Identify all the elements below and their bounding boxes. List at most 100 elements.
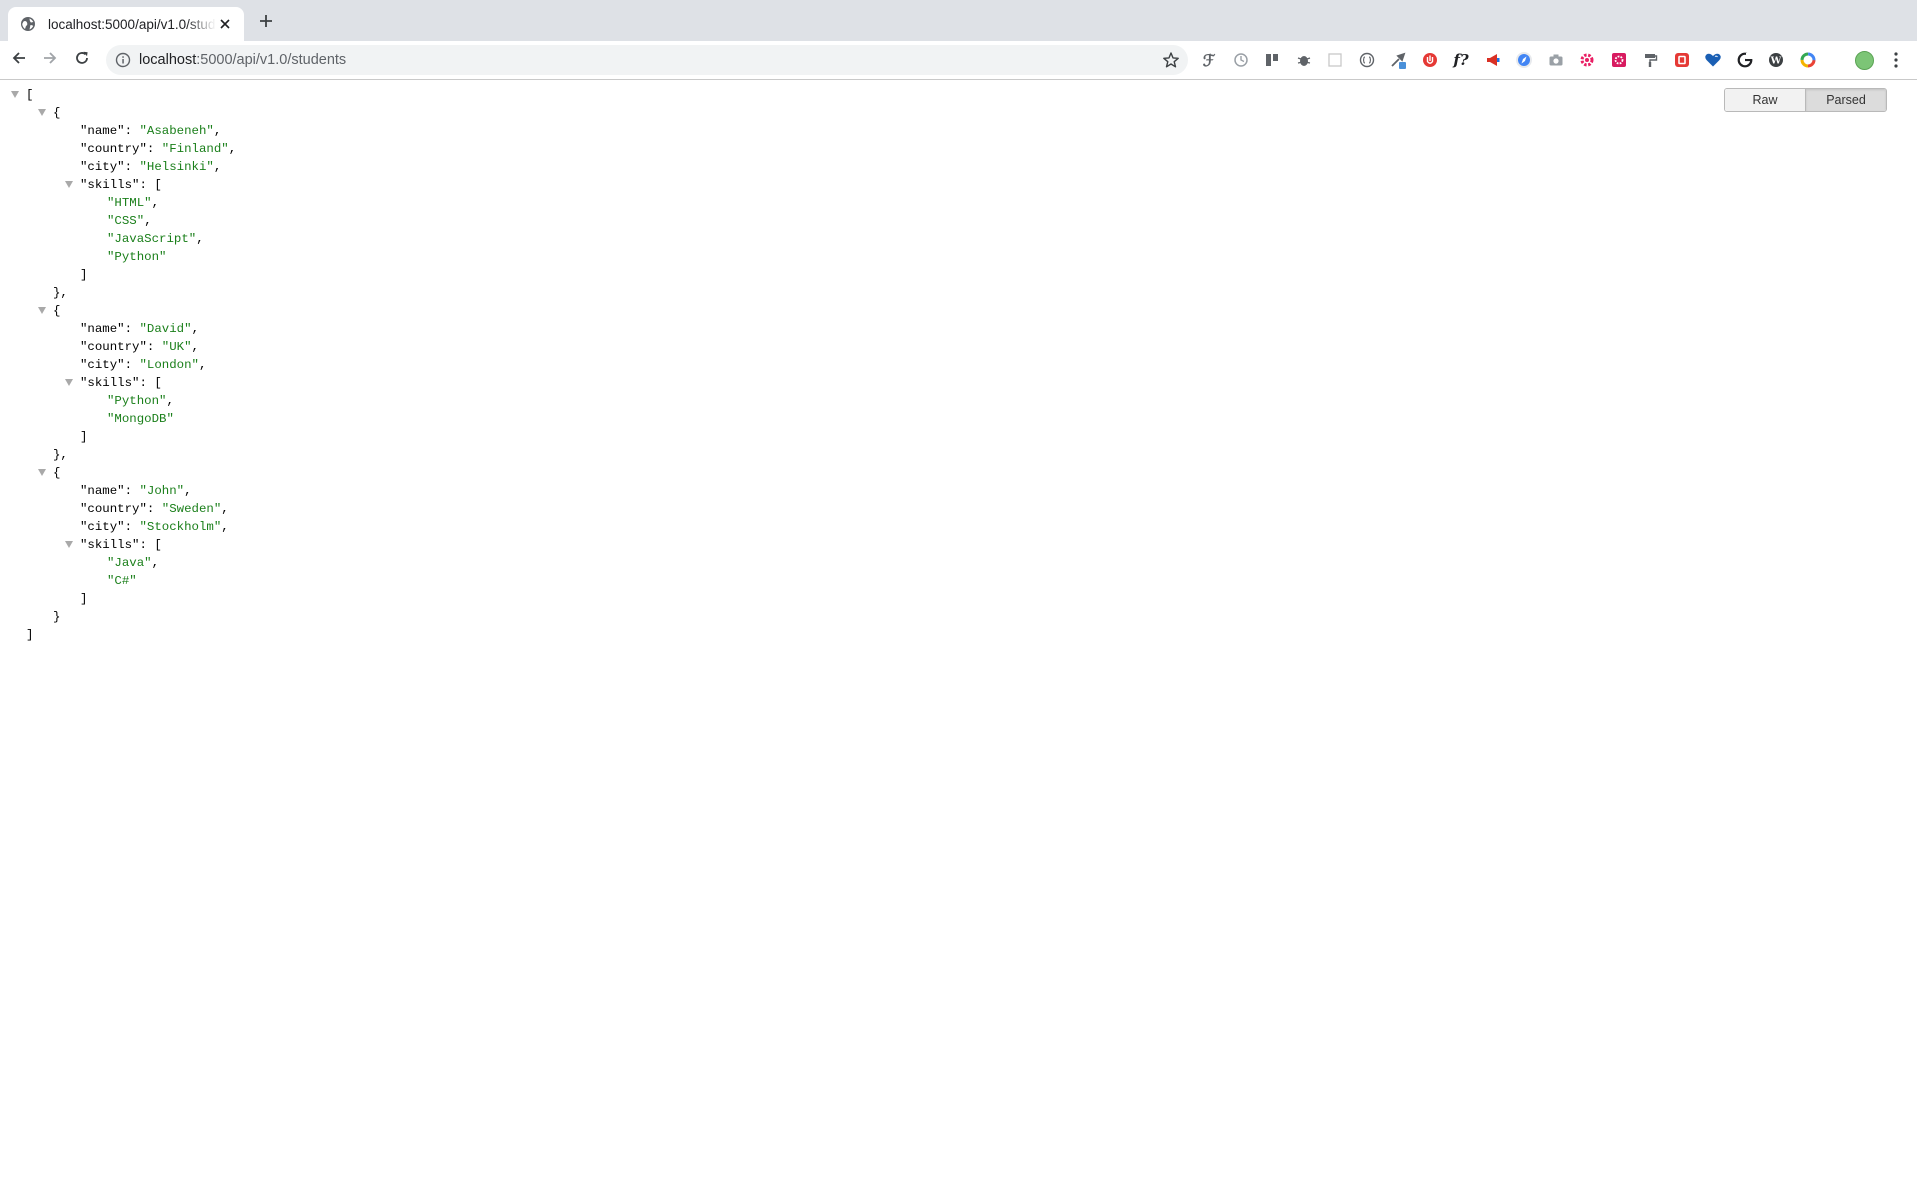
- kebab-menu-icon[interactable]: [1888, 50, 1904, 70]
- paint-roller-icon[interactable]: [1641, 51, 1659, 69]
- formula-icon[interactable]: ℱ: [1200, 51, 1218, 70]
- forward-button[interactable]: [40, 50, 60, 70]
- json-punctuation: ]: [80, 592, 88, 606]
- g-circle-icon[interactable]: [1736, 51, 1754, 69]
- compass-icon[interactable]: [1515, 51, 1533, 69]
- address-bar[interactable]: localhost:5000/api/v1.0/students: [106, 45, 1188, 75]
- json-punctuation: ,: [199, 358, 207, 372]
- json-field-country: "country": "UK",: [0, 338, 236, 356]
- json-punctuation: :: [124, 520, 140, 534]
- eyedropper-icon[interactable]: [1389, 51, 1407, 69]
- json-punctuation: ,: [196, 232, 204, 246]
- json-field-skills: "skills": [: [0, 176, 236, 194]
- color-wheel-icon[interactable]: [1799, 51, 1817, 69]
- json-tree: [{"name": "Asabeneh", "country": "Finland…: [0, 86, 236, 644]
- url-path: :5000/api/v1.0/students: [196, 52, 347, 68]
- json-punctuation: ,: [213, 124, 222, 138]
- json-punctuation: ,: [228, 142, 237, 156]
- columns-icon[interactable]: [1263, 51, 1281, 69]
- json-punctuation: ,: [191, 322, 199, 336]
- json-key: "skills": [80, 538, 140, 552]
- blank-icon[interactable]: [1326, 51, 1344, 69]
- bug-icon[interactable]: [1295, 51, 1313, 69]
- json-punctuation: [: [26, 88, 34, 102]
- braces-circle-icon[interactable]: [1358, 51, 1376, 69]
- json-string-value: "UK": [161, 340, 192, 354]
- json-string-value: "Finland": [161, 142, 229, 156]
- json-field-name: "name": "David",: [0, 320, 236, 338]
- gear-magenta-icon[interactable]: [1610, 51, 1628, 69]
- collapse-caret-icon[interactable]: [11, 91, 19, 98]
- json-punctuation: ]: [80, 268, 88, 282]
- json-punctuation: : [: [139, 178, 162, 192]
- reload-button[interactable]: [72, 50, 92, 70]
- json-string-value: "MongoDB": [107, 412, 174, 426]
- json-field-skills: "skills": [: [0, 536, 236, 554]
- stop-red-icon[interactable]: [1673, 51, 1691, 69]
- json-array-close: ]: [0, 428, 236, 446]
- clock-icon[interactable]: [1232, 51, 1250, 69]
- collapse-caret-icon[interactable]: [38, 469, 46, 476]
- json-punctuation: : [: [139, 376, 162, 390]
- json-punctuation: ,: [151, 196, 160, 210]
- json-string-value: "HTML": [107, 196, 152, 210]
- wordpress-icon[interactable]: W: [1767, 51, 1785, 69]
- collapse-caret-icon[interactable]: [38, 109, 46, 116]
- star-icon[interactable]: [1162, 51, 1180, 69]
- arrow-right-icon: [42, 50, 58, 71]
- block-red-icon[interactable]: [1421, 51, 1439, 69]
- json-object-open: {: [0, 104, 236, 122]
- json-punctuation: :: [124, 160, 140, 174]
- collapse-caret-icon[interactable]: [38, 307, 46, 314]
- json-punctuation: {: [53, 106, 61, 120]
- json-string-value: "Python": [107, 394, 167, 408]
- json-punctuation: {: [53, 466, 61, 480]
- megaphone-icon[interactable]: [1484, 51, 1502, 69]
- json-field-city: "city": "Helsinki",: [0, 158, 236, 176]
- camera-icon[interactable]: [1547, 51, 1565, 69]
- json-punctuation: },: [53, 286, 68, 300]
- browser-toolbar: localhost:5000/api/v1.0/students ℱf? W: [0, 41, 1917, 80]
- close-icon[interactable]: [216, 15, 234, 33]
- json-punctuation: ,: [221, 520, 229, 534]
- json-punctuation: :: [124, 484, 140, 498]
- json-punctuation: :: [146, 340, 162, 354]
- svg-text:W: W: [1770, 56, 1782, 67]
- json-punctuation: :: [146, 142, 162, 156]
- json-string-value: "London": [139, 358, 200, 372]
- info-icon[interactable]: [115, 52, 131, 68]
- json-string-value: "David": [139, 322, 192, 336]
- json-string-value: "JavaScript": [107, 232, 197, 246]
- json-punctuation: ]: [80, 430, 88, 444]
- url-text[interactable]: localhost:5000/api/v1.0/students: [139, 52, 346, 68]
- json-field-city: "city": "London",: [0, 356, 236, 374]
- json-array-close: ]: [0, 266, 236, 284]
- json-skill-item: "Java",: [0, 554, 236, 572]
- profile-avatar[interactable]: [1855, 51, 1874, 70]
- json-punctuation: : [: [139, 538, 162, 552]
- json-object-open: {: [0, 302, 236, 320]
- json-punctuation: ,: [144, 214, 152, 228]
- browser-tab[interactable]: localhost:5000/api/v1.0/students: [8, 7, 244, 41]
- json-array-open: [: [0, 86, 236, 104]
- json-viewer: [{"name": "Asabeneh", "country": "Finland…: [0, 80, 1917, 1189]
- json-punctuation: }: [53, 610, 61, 624]
- collapse-caret-icon[interactable]: [65, 181, 73, 188]
- json-field-country: "country": "Finland",: [0, 140, 236, 158]
- json-punctuation: :: [124, 322, 140, 336]
- back-button[interactable]: [9, 50, 29, 70]
- json-key: "city": [80, 358, 125, 372]
- parsed-button[interactable]: Parsed: [1805, 89, 1886, 111]
- function-icon[interactable]: f?: [1452, 51, 1470, 69]
- heart-blue-icon[interactable]: [1704, 51, 1722, 69]
- json-punctuation: ,: [184, 484, 192, 498]
- json-skill-item: "C#": [0, 572, 236, 590]
- raw-button[interactable]: Raw: [1725, 89, 1805, 111]
- arrow-left-icon: [11, 50, 27, 71]
- json-key: "city": [80, 160, 125, 174]
- collapse-caret-icon[interactable]: [65, 379, 73, 386]
- gear-pink-icon[interactable]: [1578, 51, 1596, 69]
- json-key: "country": [80, 340, 147, 354]
- new-tab-button[interactable]: [256, 13, 276, 33]
- collapse-caret-icon[interactable]: [65, 541, 73, 548]
